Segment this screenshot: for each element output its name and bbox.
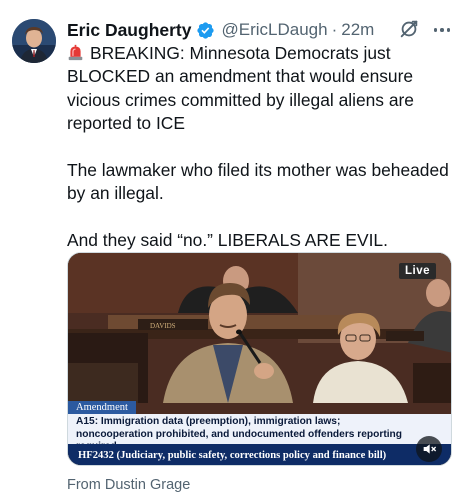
lower-third-banner: Amendment A15: Immigration data (preempt… — [68, 401, 451, 465]
tweet-paragraph-3: And they said “no.” LIBERALS ARE EVIL. — [67, 230, 388, 251]
timestamp[interactable]: 22m — [341, 20, 374, 40]
author-handle[interactable]: @EricLDaugh — [221, 20, 327, 40]
verified-badge-icon — [197, 21, 215, 39]
more-icon[interactable] — [430, 18, 454, 42]
author-name[interactable]: Eric Daugherty — [67, 20, 191, 41]
description-line-1: A15: Immigration data (preemption), immi… — [76, 416, 341, 427]
tweet-paragraph-1: BREAKING: Minnesota Democrats just BLOCK… — [67, 42, 457, 136]
grok-icon[interactable] — [398, 18, 420, 40]
live-badge: Live — [399, 263, 437, 279]
avatar[interactable] — [12, 19, 56, 63]
nameplate-label: DAVIDS — [150, 322, 176, 330]
amendment-description: A15: Immigration data (preemption), immi… — [68, 414, 451, 452]
siren-emoji-icon — [68, 44, 83, 61]
separator-dot: · — [331, 20, 338, 39]
mute-icon[interactable] — [416, 436, 442, 462]
bill-line: HF2432 (Judiciary, public safety, correc… — [68, 444, 451, 465]
video-player[interactable]: DAVIDS Live Amendment A15: Immigration d… — [67, 252, 452, 466]
amendment-tag: Amendment — [68, 401, 136, 414]
tweet-text: BREAKING: Minnesota Democrats just BLOCK… — [67, 42, 457, 253]
video-source-attribution[interactable]: From Dustin Grage — [67, 477, 190, 493]
tweet-paragraph-1-text: BREAKING: Minnesota Democrats just BLOCK… — [67, 43, 414, 134]
avatar-image — [12, 19, 56, 63]
tweet-paragraph-2: The lawmaker who filed its mother was be… — [67, 160, 449, 204]
